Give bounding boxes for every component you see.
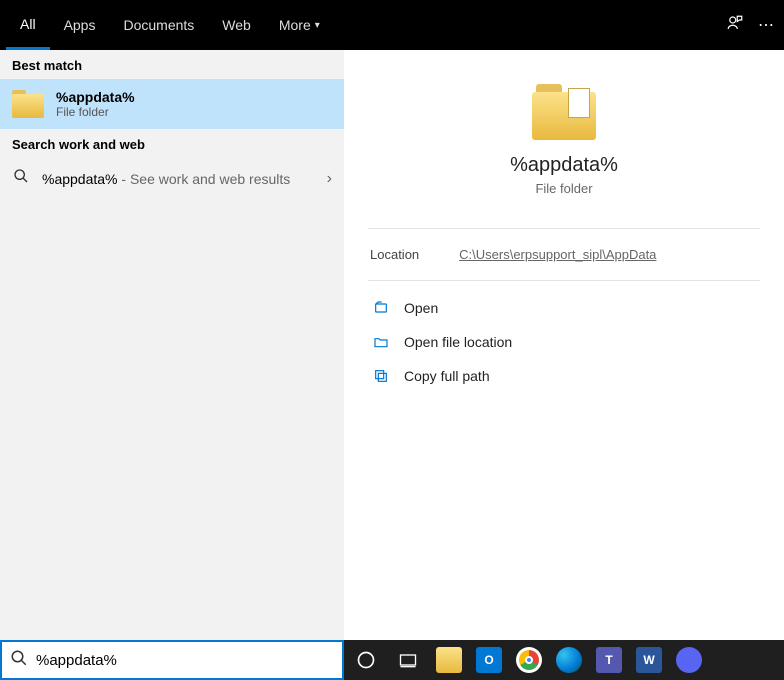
file-explorer-icon[interactable] — [436, 647, 462, 673]
location-path-link[interactable]: C:\Users\erpsupport_sipl\AppData — [459, 247, 656, 262]
taskbar: O T W — [344, 640, 784, 680]
chevron-right-icon: › — [327, 170, 332, 188]
tab-web[interactable]: Web — [208, 0, 265, 50]
action-copy-full-path[interactable]: Copy full path — [368, 359, 760, 393]
action-open[interactable]: Open — [368, 291, 760, 325]
tab-all[interactable]: All — [6, 0, 50, 50]
search-icon — [10, 649, 28, 672]
search-icon — [12, 168, 30, 189]
open-icon — [372, 299, 390, 317]
best-match-header: Best match — [0, 50, 344, 79]
web-search-result[interactable]: %appdata% - See work and web results › — [0, 158, 344, 199]
action-open-file-location[interactable]: Open file location — [368, 325, 760, 359]
location-label: Location — [370, 247, 419, 262]
preview-subtitle: File folder — [364, 181, 764, 196]
more-options-icon[interactable]: ⋯ — [758, 15, 774, 35]
result-title: %appdata% — [56, 89, 135, 105]
tab-documents[interactable]: Documents — [109, 0, 208, 50]
task-view-button[interactable] — [394, 646, 422, 674]
search-category-tabs: All Apps Documents Web More▾ ⋯ — [0, 0, 784, 50]
result-subtitle: File folder — [56, 105, 135, 119]
tab-apps[interactable]: Apps — [50, 0, 110, 50]
folder-large-icon — [532, 84, 596, 140]
search-box[interactable] — [0, 640, 344, 680]
chevron-down-icon: ▾ — [315, 20, 320, 31]
web-query: %appdata% — [42, 171, 118, 187]
outlook-icon[interactable]: O — [476, 647, 502, 673]
feedback-icon[interactable] — [726, 14, 744, 37]
search-input[interactable] — [36, 652, 334, 669]
tab-more[interactable]: More▾ — [265, 0, 334, 50]
teams-icon[interactable]: T — [596, 647, 622, 673]
preview-panel: %appdata% File folder Location C:\Users\… — [344, 50, 784, 640]
results-panel: Best match %appdata% File folder Search … — [0, 50, 344, 640]
cortana-button[interactable] — [352, 646, 380, 674]
preview-title: %appdata% — [364, 154, 764, 177]
web-suffix: - See work and web results — [118, 171, 291, 187]
edge-icon[interactable] — [556, 647, 582, 673]
word-icon[interactable]: W — [636, 647, 662, 673]
search-work-web-header: Search work and web — [0, 129, 344, 158]
chrome-icon[interactable] — [516, 647, 542, 673]
copy-icon — [372, 367, 390, 385]
folder-open-icon — [372, 333, 390, 351]
folder-icon — [12, 90, 44, 118]
best-match-result[interactable]: %appdata% File folder — [0, 79, 344, 129]
discord-icon[interactable] — [676, 647, 702, 673]
